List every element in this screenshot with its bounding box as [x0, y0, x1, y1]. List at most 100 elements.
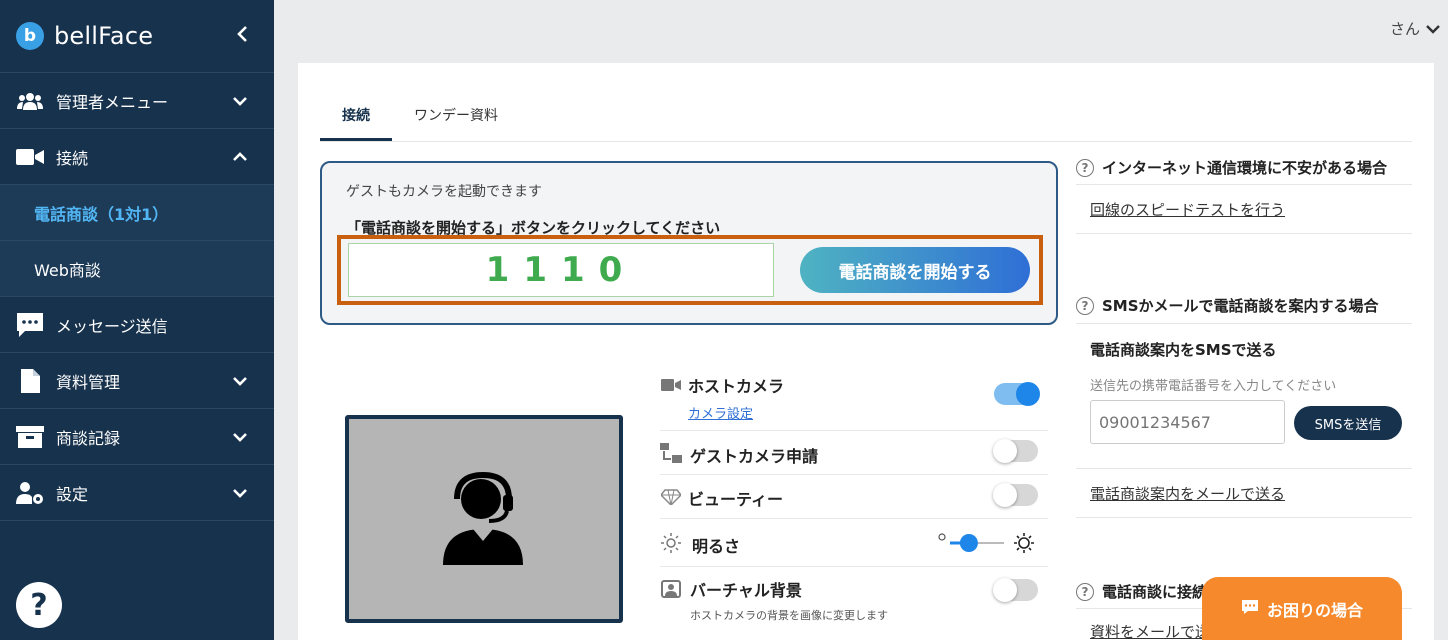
- camera-settings: ホストカメラ カメラ設定 ゲストカメラ申請 ビューティー 明るさ バーチャル背景…: [660, 363, 1048, 627]
- brand-name: bellFace: [54, 22, 154, 50]
- highlight-box: 1110 電話商談を開始する: [337, 235, 1043, 305]
- toggle-knob: [1016, 382, 1040, 406]
- trouble-help-button[interactable]: お困りの場合: [1202, 577, 1402, 640]
- trouble-help-label: お困りの場合: [1266, 600, 1363, 620]
- virtual-bg-label: バーチャル背景: [690, 581, 802, 600]
- question-circle-icon: ?: [1076, 158, 1094, 177]
- user-name: さん: [1389, 20, 1420, 38]
- chevron-up-icon: [228, 145, 252, 169]
- sidebar-item-label: 接続: [56, 148, 89, 168]
- sidebar-item-settings[interactable]: 設定: [0, 465, 274, 521]
- chat-icon: [1241, 599, 1259, 619]
- divider: [1076, 517, 1412, 518]
- beauty-label: ビューティー: [688, 490, 784, 509]
- chevron-down-icon: [228, 425, 252, 449]
- users-icon: [16, 89, 44, 113]
- portrait-icon: [660, 579, 682, 599]
- guest-camera-note: ゲストもカメラを起動できます: [346, 184, 542, 200]
- camera-request-icon: [660, 443, 682, 463]
- sidebar-item-label: 資料管理: [56, 372, 121, 392]
- setting-brightness: 明るさ: [660, 519, 1048, 567]
- question-circle-icon: ?: [1076, 582, 1094, 601]
- video-camera-icon: [660, 375, 682, 395]
- chevron-down-icon: [1426, 20, 1440, 38]
- connect-help-heading: ? 電話商談に接続: [1076, 581, 1207, 602]
- guest-camera-label: ゲストカメラ申請: [690, 447, 819, 466]
- sidebar-item-label: メッセージ送信: [56, 316, 168, 336]
- camera-preview: [345, 415, 623, 623]
- sidebar-item-phone-meeting[interactable]: 電話商談（1対1）: [0, 185, 274, 241]
- start-phone-meeting-button[interactable]: 電話商談を開始する: [800, 247, 1030, 293]
- operator-avatar-icon: [443, 471, 523, 565]
- tab-connect[interactable]: 接続: [320, 91, 392, 141]
- sms-send-heading: 電話商談案内をSMSで送る: [1090, 341, 1277, 359]
- host-camera-toggle[interactable]: [994, 382, 1040, 406]
- sms-input-hint: 送信先の携帯電話番号を入力してください: [1090, 379, 1337, 394]
- divider: [1076, 323, 1412, 324]
- brightness-label: 明るさ: [692, 537, 741, 556]
- brand: b bellFace: [0, 0, 274, 73]
- brightness-low-icon: [938, 533, 946, 541]
- virtual-bg-description: ホストカメラの背景を画像に変更します: [690, 609, 888, 622]
- sidebar-item-web-meeting[interactable]: Web商談: [0, 241, 274, 297]
- tab-oneday-documents[interactable]: ワンデー資料: [392, 91, 520, 141]
- speed-test-link[interactable]: 回線のスピードテストを行う: [1090, 199, 1285, 220]
- phone-number-input[interactable]: [1090, 400, 1285, 444]
- brightness-slider[interactable]: [938, 531, 1036, 555]
- sidebar-item-message[interactable]: メッセージ送信: [0, 297, 274, 353]
- sidebar-item-connect[interactable]: 接続: [0, 129, 274, 185]
- sidebar-item-records[interactable]: 商談記録: [0, 409, 274, 465]
- connect-help-title: 電話商談に接続: [1102, 583, 1208, 601]
- question-circle-icon: ?: [1076, 296, 1094, 315]
- tab-bar: 接続 ワンデー資料: [320, 91, 520, 141]
- tab-divider: [320, 141, 1412, 142]
- internet-help-title: インターネット通信環境に不安がある場合: [1102, 159, 1388, 177]
- host-camera-label: ホストカメラ: [688, 377, 785, 396]
- bellface-logo-icon: b: [16, 22, 44, 50]
- sidebar-item-documents[interactable]: 資料管理: [0, 353, 274, 409]
- setting-guest-camera: ゲストカメラ申請: [660, 431, 1048, 475]
- video-camera-icon: [16, 145, 44, 169]
- brightness-knob: [959, 534, 978, 552]
- setting-host-camera: ホストカメラ カメラ設定: [660, 363, 1048, 431]
- internet-help-heading: ? インターネット通信環境に不安がある場合: [1076, 157, 1387, 178]
- sidebar: b bellFace 管理者メニュー 接続 電話商談（1対1） Web商談 メッ…: [0, 0, 274, 640]
- toggle-knob: [993, 578, 1017, 602]
- sms-help-title: SMSかメールで電話商談を案内する場合: [1102, 297, 1379, 315]
- sidebar-item-admin-menu[interactable]: 管理者メニュー: [0, 73, 274, 129]
- guest-camera-toggle[interactable]: [993, 439, 1038, 463]
- chat-icon: [16, 312, 44, 337]
- mail-documents-link[interactable]: 資料をメールで送: [1090, 621, 1210, 640]
- divider: [1076, 468, 1412, 469]
- chevron-down-icon: [228, 481, 252, 505]
- sidebar-item-label: 設定: [56, 484, 89, 504]
- brightness-high-icon: [1014, 533, 1034, 553]
- collapse-sidebar-icon[interactable]: [236, 24, 250, 49]
- setting-beauty: ビューティー: [660, 475, 1048, 519]
- toggle-knob: [993, 483, 1017, 507]
- sidebar-item-label: 管理者メニュー: [56, 92, 169, 112]
- sms-help-heading: ? SMSかメールで電話商談を案内する場合: [1076, 295, 1379, 316]
- help-button[interactable]: ?: [16, 582, 62, 628]
- camera-settings-link[interactable]: カメラ設定: [688, 403, 753, 422]
- document-icon: [16, 368, 44, 393]
- chevron-down-icon: [228, 89, 252, 113]
- toggle-knob: [993, 439, 1017, 463]
- user-gear-icon: [16, 481, 44, 505]
- virtual-bg-toggle[interactable]: [993, 578, 1038, 602]
- send-mail-link[interactable]: 電話商談案内をメールで送る: [1090, 483, 1285, 504]
- divider: [1076, 233, 1412, 234]
- sun-icon: [660, 533, 682, 553]
- main-card: 接続 ワンデー資料 ゲストもカメラを起動できます 「電話商談を開始する」ボタンを…: [298, 63, 1434, 640]
- send-sms-button[interactable]: SMSを送信: [1294, 406, 1402, 440]
- chevron-down-icon: [228, 369, 252, 393]
- meeting-code-field[interactable]: 1110: [348, 243, 774, 297]
- diamond-icon: [660, 487, 682, 507]
- archive-icon: [16, 425, 44, 449]
- user-menu[interactable]: さん: [1390, 18, 1440, 39]
- start-panel: ゲストもカメラを起動できます 「電話商談を開始する」ボタンをクリックしてください…: [320, 161, 1058, 325]
- divider: [1076, 184, 1412, 185]
- sidebar-item-label: 商談記録: [56, 428, 121, 448]
- setting-virtual-background: バーチャル背景 ホストカメラの背景を画像に変更します: [660, 567, 1048, 627]
- beauty-toggle[interactable]: [993, 483, 1038, 507]
